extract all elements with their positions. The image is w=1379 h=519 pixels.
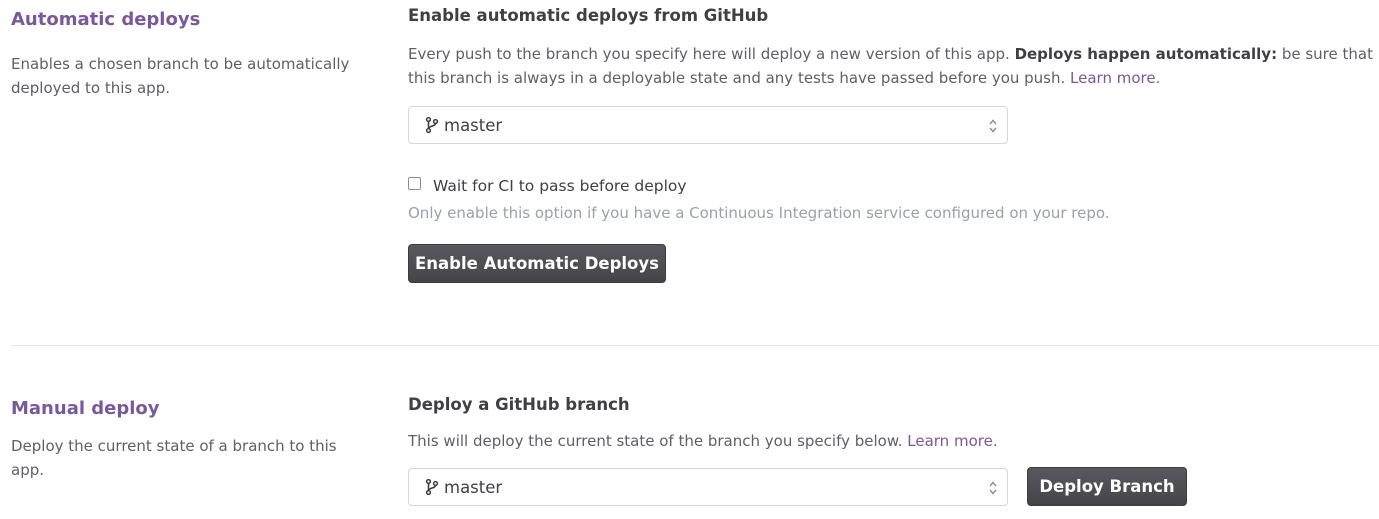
git-branch-icon: [424, 116, 440, 134]
help-text-bold: Deploys happen automatically:: [1014, 45, 1278, 63]
automatic-deploys-content: Enable automatic deploys from GitHub Eve…: [408, 4, 1373, 90]
learn-more-link[interactable]: Learn more.: [1070, 69, 1160, 87]
manual-learn-more-link[interactable]: Learn more.: [907, 432, 997, 450]
manual-deploy-sidebar: Manual deploy Deploy the current state o…: [11, 397, 371, 482]
manual-deploy-heading: Deploy a GitHub branch: [408, 395, 630, 414]
automatic-deploys-help: Every push to the branch you specify her…: [408, 42, 1373, 90]
wait-for-ci-label[interactable]: Wait for CI to pass before deploy: [433, 177, 687, 195]
manual-deploy-title: Manual deploy: [11, 398, 160, 419]
git-branch-icon: [424, 478, 440, 496]
help-text-prefix: Every push to the branch you specify her…: [408, 45, 1015, 63]
automatic-deploys-heading: Enable automatic deploys from GitHub: [408, 6, 769, 25]
manual-help-text: This will deploy the current state of th…: [408, 432, 908, 450]
automatic-deploys-title: Automatic deploys: [11, 9, 201, 30]
deploy-branch-button[interactable]: Deploy Branch: [1027, 467, 1187, 506]
automatic-deploys-description: Enables a chosen branch to be automatica…: [11, 55, 350, 97]
manual-deploy-description: Deploy the current state of a branch to …: [11, 437, 337, 479]
auto-branch-select[interactable]: master: [408, 106, 1008, 144]
manual-deploy-content: Deploy a GitHub branch This will deploy …: [408, 393, 1373, 453]
select-arrows-icon: [988, 479, 998, 497]
manual-deploy-section: Manual deploy Deploy the current state o…: [0, 346, 1379, 519]
automatic-deploys-sidebar: Automatic deploys Enables a chosen branc…: [11, 8, 371, 100]
manual-deploy-help: This will deploy the current state of th…: [408, 429, 1373, 453]
manual-branch-value: master: [444, 477, 503, 497]
wait-for-ci-checkbox[interactable]: [408, 176, 421, 190]
manual-branch-select[interactable]: master: [408, 468, 1008, 506]
ci-option-note: Only enable this option if you have a Co…: [408, 204, 1110, 222]
enable-automatic-deploys-button[interactable]: Enable Automatic Deploys: [408, 244, 666, 283]
automatic-deploys-section: Automatic deploys Enables a chosen branc…: [0, 0, 1379, 340]
select-arrows-icon: [988, 117, 998, 135]
wait-for-ci-row[interactable]: Wait for CI to pass before deploy: [408, 174, 687, 195]
auto-branch-value: master: [444, 115, 503, 135]
